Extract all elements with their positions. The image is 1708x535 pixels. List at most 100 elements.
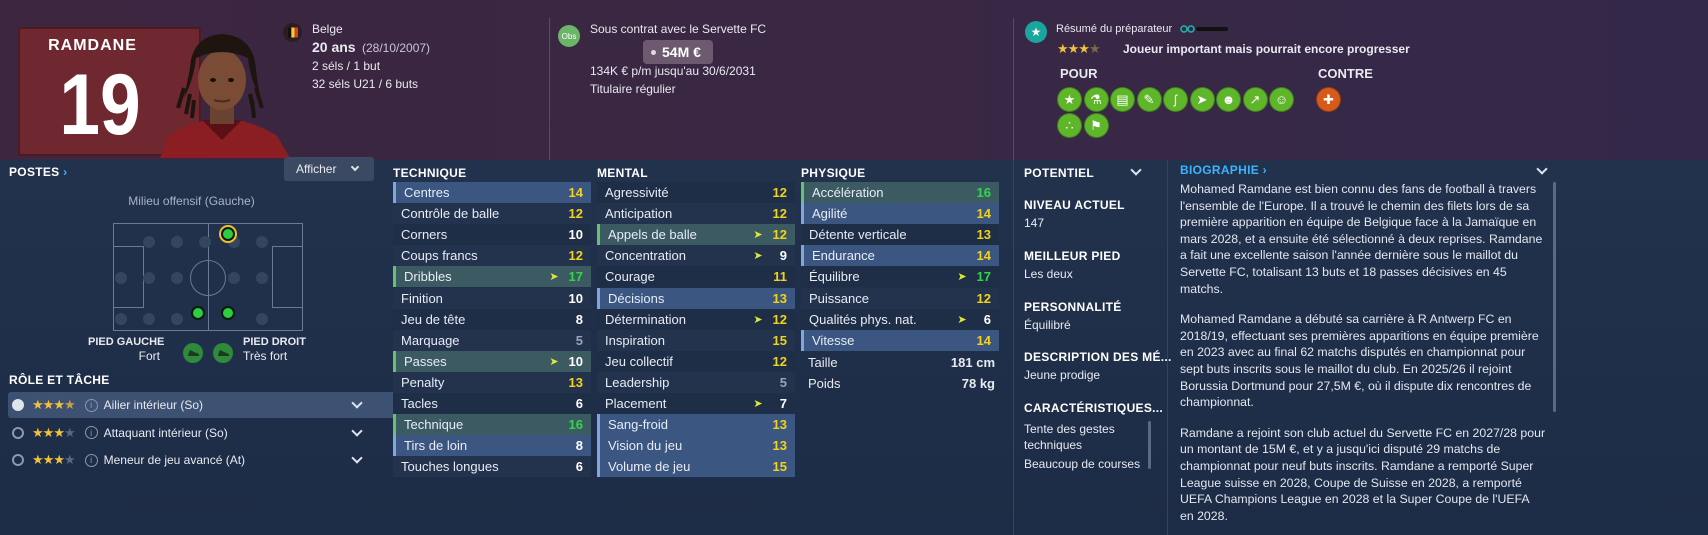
attribute-row[interactable]: Détente verticale 13 (801, 224, 999, 246)
attribute-value: 13 (772, 290, 787, 306)
attribute-row[interactable]: Placement ➤ 7 (597, 393, 795, 414)
attribute-row[interactable]: Passes ➤ 10 (393, 350, 591, 372)
attribute-row[interactable]: Dribbles ➤ 17 (393, 266, 591, 288)
attribute-row[interactable]: Technique 16 (393, 414, 591, 436)
attribute-row[interactable]: Agressivité 12 (597, 182, 795, 203)
chevron-down-icon[interactable] (351, 397, 363, 409)
attribute-row[interactable]: Courage 11 (597, 266, 795, 288)
date-of-birth: (28/10/2007) (362, 41, 431, 55)
attribute-label: Détente verticale (809, 227, 907, 243)
trend-arrow-icon: ➤ (549, 355, 559, 368)
flask-icon[interactable]: ⚗ (1083, 87, 1109, 112)
attribute-label: Leadership (605, 374, 670, 390)
role-item[interactable]: ★★★★ i Attaquant intérieur (So) (8, 420, 398, 446)
attribute-row[interactable]: Détermination ➤ 12 (597, 308, 795, 330)
attribute-row[interactable]: Vitesse 14 (801, 329, 999, 351)
pace-icon[interactable]: ➤ (1189, 87, 1215, 112)
role-radio[interactable] (12, 454, 24, 466)
potential-chevron-icon[interactable] (1130, 164, 1142, 176)
position-dot (171, 313, 183, 325)
attribute-row[interactable]: Leadership 5 (597, 371, 795, 393)
attribute-row[interactable]: Volume de jeu 15 (597, 456, 795, 478)
attribute-row[interactable]: Inspiration 15 (597, 329, 795, 351)
attribute-row[interactable]: Jeu collectif 12 (597, 350, 795, 372)
star-icon[interactable]: ★ (1057, 87, 1082, 112)
info-icon[interactable]: i (84, 426, 98, 439)
attribute-row[interactable]: Accélération 16 (801, 182, 999, 203)
attribute-row[interactable]: Endurance 14 (801, 245, 999, 267)
attribute-row[interactable]: Décisions 13 (597, 287, 795, 309)
attribute-row[interactable]: Agilité 14 (801, 203, 999, 225)
head-icon[interactable]: ☺ (1269, 87, 1294, 112)
value-pill[interactable]: 54M € (643, 40, 713, 64)
right-boot-icon (213, 343, 233, 363)
position-dot (228, 272, 240, 284)
obs-icon[interactable]: Obs (558, 25, 580, 47)
chevron-down-icon[interactable] (351, 452, 363, 464)
coach-stars: ★★★★ (1057, 41, 1101, 56)
attribute-row[interactable]: Contrôle de balle 12 (393, 203, 591, 225)
attribute-label: Volume de jeu (608, 459, 691, 475)
attribute-row[interactable]: Équilibre ➤ 17 (801, 266, 999, 288)
attribute-row[interactable]: Tacles 6 (393, 393, 591, 414)
position-dot (171, 236, 183, 248)
market-value: 54M € (662, 44, 701, 60)
role-radio[interactable] (12, 399, 24, 411)
dribble-icon[interactable]: ʃ (1163, 87, 1188, 112)
trend-arrow-icon: ➤ (753, 250, 763, 263)
attribute-row[interactable]: Anticipation 12 (597, 203, 795, 225)
attribute-row[interactable]: Centres 14 (393, 182, 591, 203)
traits-scrollbar[interactable] (1148, 421, 1151, 469)
biography-chevron-icon[interactable] (1536, 163, 1548, 175)
position-dot (256, 272, 268, 284)
height-value: 181 cm (950, 355, 995, 370)
info-icon[interactable]: i (84, 398, 98, 412)
trend-arrow-icon: ➤ (957, 271, 967, 284)
attribute-row[interactable]: Penalty 13 (393, 371, 591, 393)
attribute-value: 12 (772, 185, 787, 200)
position-dot (143, 313, 155, 325)
personality-label: PERSONNALITÉ (1024, 300, 1122, 314)
attribute-row[interactable]: Vision du jeu 13 (597, 435, 795, 457)
attribute-row[interactable]: Tirs de loin 8 (393, 435, 591, 457)
feet-icon[interactable]: ∴ (1057, 113, 1082, 138)
show-button[interactable]: Afficher (284, 157, 374, 181)
attribute-row[interactable]: Marquage 5 (393, 329, 591, 351)
flag-icon[interactable]: ⚑ (1083, 113, 1109, 138)
attribute-value: 14 (976, 332, 991, 348)
info-icon[interactable]: i (84, 453, 98, 467)
technique-heading: TECHNIQUE (393, 166, 467, 180)
biography-scrollbar[interactable] (1553, 182, 1556, 412)
positions-heading[interactable]: POSTES › (9, 165, 67, 179)
position-role: Milieu offensif (Gauche) (128, 194, 255, 208)
role-radio[interactable] (12, 426, 24, 439)
attribute-row[interactable]: Touches longues 6 (393, 456, 591, 478)
boot-icon[interactable]: ✎ (1136, 87, 1162, 112)
attribute-row[interactable]: Concentration ➤ 9 (597, 245, 795, 267)
trend-arrow-icon: ➤ (753, 398, 763, 410)
coach-report-title: Résumé du préparateur (1056, 23, 1173, 35)
chevron-down-icon[interactable] (351, 424, 363, 437)
attribute-label: Jeu collectif (605, 353, 673, 369)
attribute-row[interactable]: Coups francs 12 (393, 245, 591, 267)
attribute-row[interactable]: Appels de balle ➤ 12 (597, 224, 795, 246)
potential-heading[interactable]: POTENTIEL (1024, 166, 1094, 180)
pros-heading: POUR (1060, 66, 1098, 81)
attribute-value: 12 (976, 290, 991, 306)
biography-heading[interactable]: BIOGRAPHIE › (1180, 163, 1267, 177)
attribute-row[interactable]: Finition 10 (393, 287, 591, 309)
attribute-row[interactable]: Sang-froid 13 (597, 414, 795, 436)
role-item[interactable]: ★★★★ i Ailier intérieur (So) (8, 392, 398, 418)
attribute-value: 12 (568, 206, 583, 222)
trend-up-icon[interactable]: ↗ (1242, 87, 1268, 112)
role-item[interactable]: ★★★★ i Meneur de jeu avancé (At) (8, 447, 398, 473)
position-dot (115, 272, 127, 284)
tactics-icon[interactable]: ▤ (1110, 87, 1135, 112)
attribute-row[interactable]: Corners 10 (393, 224, 591, 246)
attribute-row[interactable]: Qualités phys. nat. ➤ 6 (801, 308, 999, 330)
injury-icon[interactable]: ✚ (1316, 87, 1341, 112)
attribute-row[interactable]: Puissance 12 (801, 287, 999, 309)
header-icon[interactable]: ☻ (1216, 87, 1241, 112)
traits-label: CARACTÉRISTIQUES... (1024, 401, 1164, 415)
attribute-row[interactable]: Jeu de tête 8 (393, 308, 591, 330)
